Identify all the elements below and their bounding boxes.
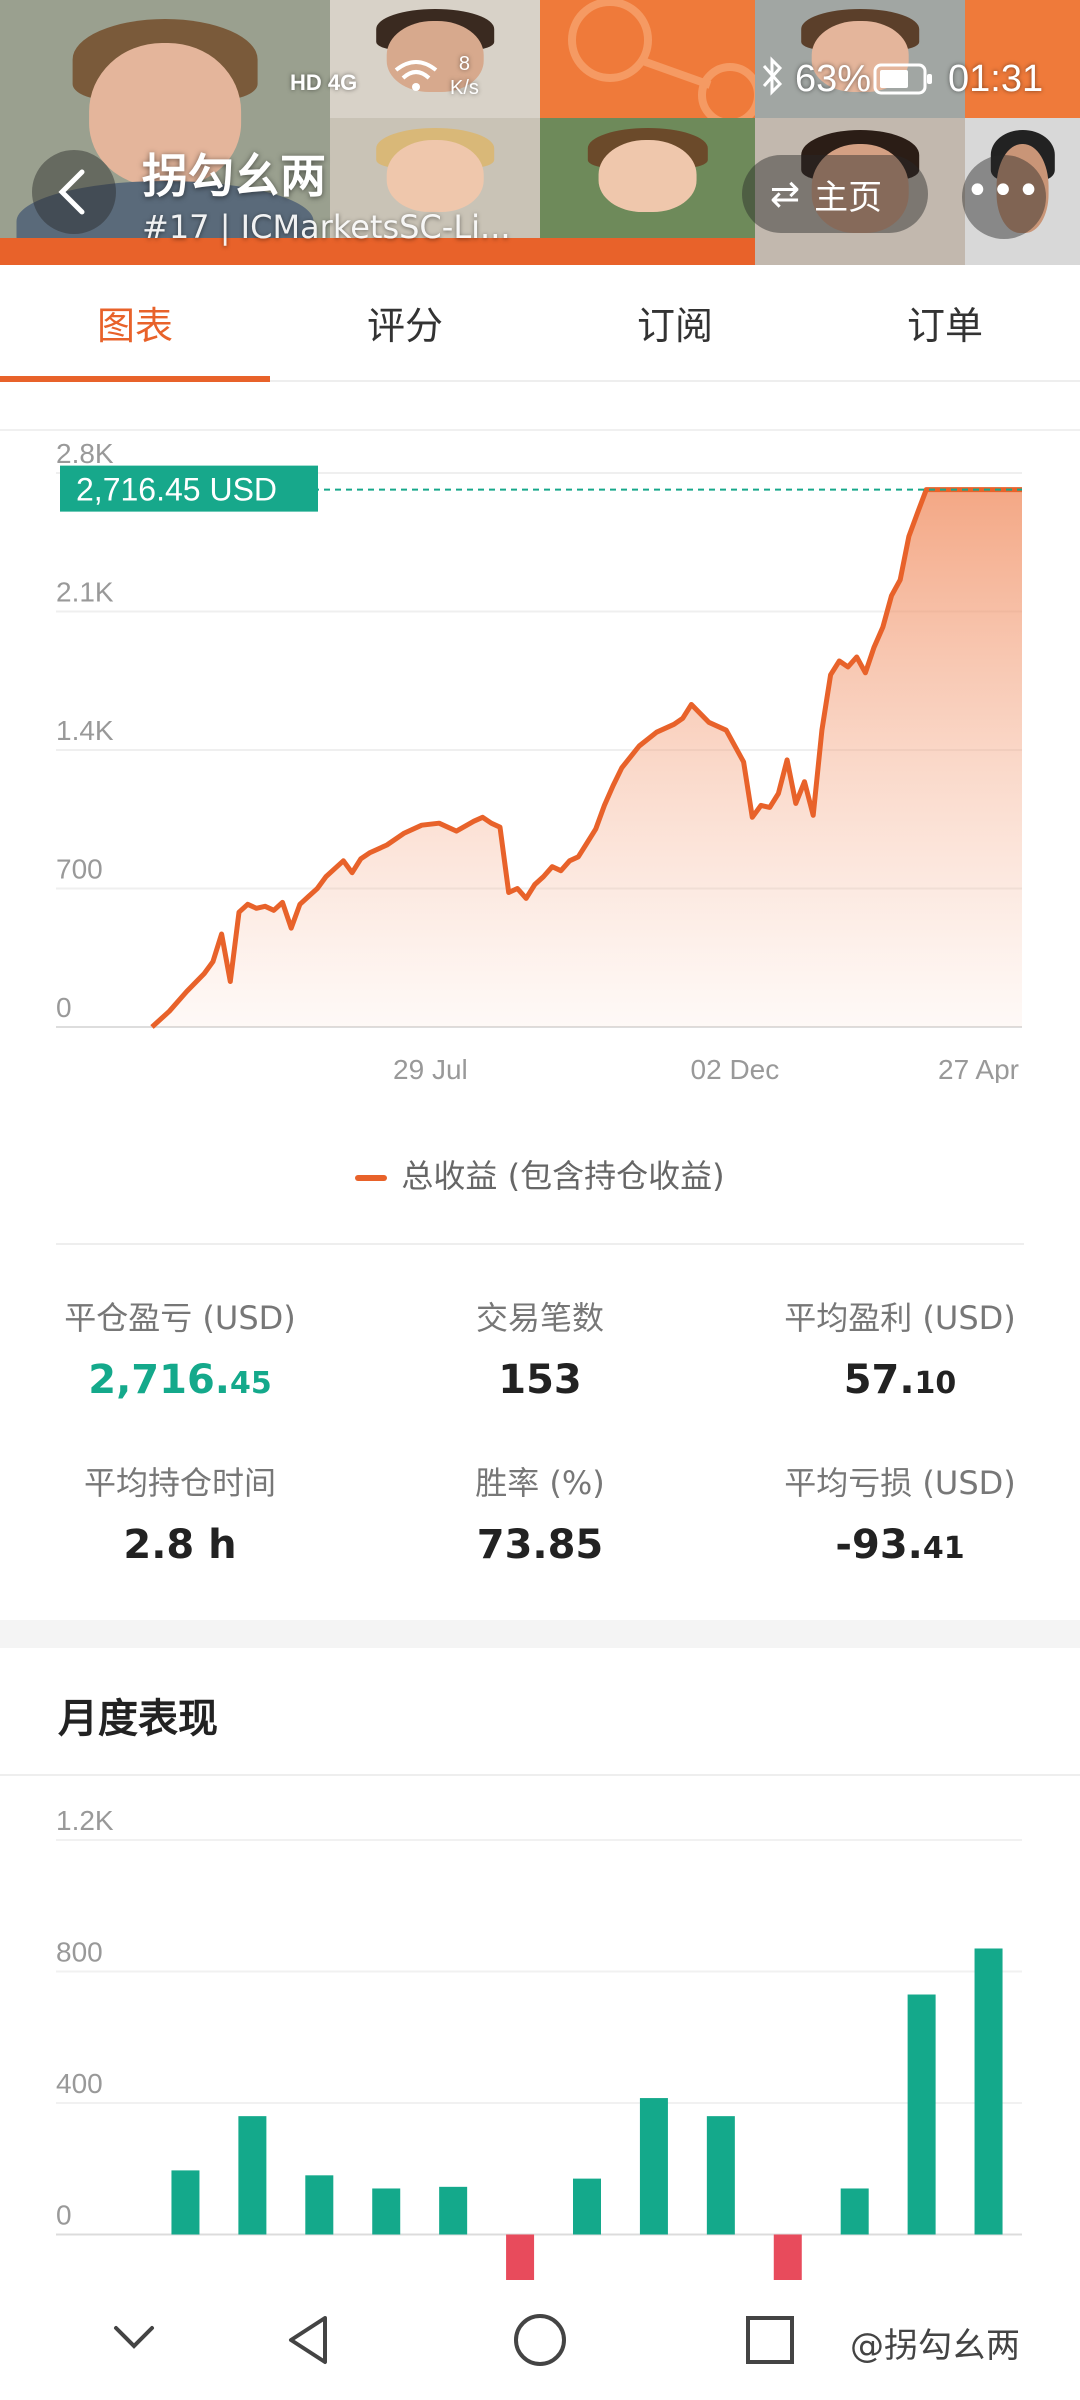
more-button[interactable]: •••: [962, 155, 1046, 239]
y-tick-label: 2.8K: [56, 443, 114, 469]
back-button[interactable]: [32, 150, 116, 234]
tab-chart[interactable]: 图表: [0, 265, 270, 382]
tab-subscribe[interactable]: 订阅: [540, 265, 810, 380]
net-speed: 8 K/s: [450, 53, 479, 99]
monthly-bar[interactable]: [171, 2170, 200, 2235]
clock: 01:31: [948, 58, 1044, 100]
battery-icon: [873, 62, 933, 106]
legend-swatch: [355, 1175, 388, 1181]
monthly-bar[interactable]: [907, 1994, 936, 2235]
y-tick-label: 800: [56, 1937, 103, 1968]
chevron-left-icon: [58, 169, 85, 215]
home-button[interactable]: ⇄ 主页: [742, 155, 928, 233]
stat-avg-loss: 平均亏损 (USD) -93.41: [720, 1458, 1080, 1568]
divider: [56, 1243, 1024, 1245]
y-tick-label: 0: [56, 992, 72, 1023]
bluetooth-icon: [760, 56, 784, 106]
stat-label: 平均亏损 (USD): [784, 1464, 1016, 1502]
monthly-bar[interactable]: [840, 2188, 869, 2235]
stat-closed-pnl: 平仓盈亏 (USD) 2,716.45: [0, 1293, 360, 1403]
y-tick-label: 1.2K: [56, 1805, 114, 1836]
header-pattern-tile: [540, 0, 755, 118]
equity-card: 2,716.45 USD 0 700 1.4K 2.1K 2.8K 29 Jul 02 De…: [0, 383, 1080, 1620]
stat-label: 平仓盈亏 (USD): [64, 1299, 296, 1337]
stat-value: 73.85: [476, 1522, 604, 1568]
home-label: 主页: [814, 177, 883, 218]
y-tick-label: 1.4K: [56, 715, 114, 746]
watermark: @拐勾幺两: [850, 2326, 1020, 2366]
current-value-label: 2,716.45 USD: [76, 472, 277, 508]
tab-bar: 图表 评分 订阅 订单: [0, 265, 1080, 382]
wifi-icon: [392, 58, 440, 104]
stat-value: 2.8 h: [123, 1522, 237, 1568]
stat-value: 2,716.45: [88, 1357, 272, 1403]
x-tick-label: 02 Dec: [691, 1054, 780, 1083]
stat-trade-count: 交易笔数 153: [360, 1293, 720, 1403]
nav-back-icon[interactable]: [283, 2312, 333, 2372]
tab-orders[interactable]: 订单: [810, 265, 1080, 380]
y-tick-label: 2.1K: [56, 577, 114, 608]
monthly-bar[interactable]: [974, 1948, 1003, 2235]
stat-value: 57.10: [843, 1357, 957, 1403]
stat-avg-hold-time: 平均持仓时间 2.8 h: [0, 1458, 360, 1568]
x-tick-label: 29 Jul: [393, 1054, 468, 1083]
stat-value: 153: [498, 1357, 582, 1403]
y-tick-label: 400: [56, 2068, 103, 2099]
monthly-bar[interactable]: [706, 2116, 735, 2235]
stat-label: 交易笔数: [475, 1299, 604, 1337]
account-subtitle: #17 | ICMarketsSC-Li...: [142, 208, 511, 246]
stat-label: 平均持仓时间: [83, 1464, 276, 1502]
monthly-bar[interactable]: [439, 2186, 468, 2235]
x-tick-label: 27 Apr: [938, 1054, 1019, 1083]
stat-label: 平均盈利 (USD): [784, 1299, 1016, 1337]
stat-win-rate: 胜率 (%) 73.85: [360, 1458, 720, 1568]
stat-avg-profit: 平均盈利 (USD) 57.10: [720, 1293, 1080, 1403]
more-dots-icon: •••: [965, 168, 1043, 214]
system-nav-bar: @拐勾幺两: [0, 2280, 1080, 2400]
page-title: 拐勾幺两: [142, 149, 326, 203]
divider: [0, 429, 1080, 431]
section-title: 月度表现: [58, 1696, 218, 1742]
status-network: HD 4G: [290, 70, 358, 95]
monthly-bar[interactable]: [305, 2175, 334, 2235]
y-tick-label: 0: [56, 2200, 72, 2231]
chart-legend[interactable]: 总收益 (包含持仓收益): [0, 1151, 1080, 1197]
monthly-bar[interactable]: [372, 2188, 401, 2235]
legend-label: 总收益 (包含持仓收益): [401, 1157, 725, 1195]
nav-home-icon[interactable]: [512, 2312, 568, 2372]
divider: [0, 1774, 1080, 1776]
monthly-bar[interactable]: [238, 2116, 267, 2235]
tab-rating[interactable]: 评分: [270, 265, 540, 380]
equity-chart[interactable]: 2,716.45 USD 0 700 1.4K 2.1K 2.8K 29 Jul 02 De…: [0, 443, 1080, 1083]
swap-arrows-icon: ⇄: [770, 173, 801, 215]
monthly-bar[interactable]: [573, 2178, 601, 2235]
nav-down-icon[interactable]: [112, 2324, 156, 2356]
y-tick-label: 700: [56, 854, 103, 885]
stat-label: 胜率 (%): [475, 1464, 605, 1502]
profile-header: HD 4G 8 K/s 63% 01:31 拐勾幺两 #17 | ICMarket…: [0, 0, 1080, 265]
current-value-tag: 2,716.45 USD: [60, 465, 318, 512]
monthly-bar[interactable]: [639, 2098, 668, 2235]
header-photo-4: [540, 118, 755, 238]
stat-value: -93.41: [835, 1522, 965, 1568]
equity-area-fill: [152, 489, 1022, 1028]
nav-recents-icon[interactable]: [744, 2314, 796, 2370]
battery-percent: 63%: [795, 58, 872, 100]
section-gap: [0, 1620, 1080, 1648]
